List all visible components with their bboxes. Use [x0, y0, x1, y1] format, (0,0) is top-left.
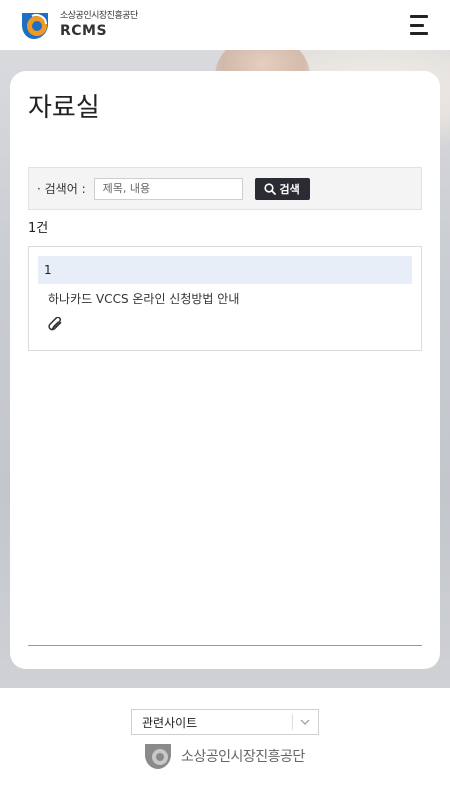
paperclip-icon[interactable] [38, 316, 412, 332]
hamburger-menu-icon[interactable] [410, 15, 432, 35]
content-card: 자료실 · 검색어 : 검색 1건 1 하나카드 VCCS 온라인 신청방법 안… [10, 71, 440, 669]
list-item-number: 1 [38, 256, 412, 284]
related-sites-label: 관련사이트 [142, 715, 198, 730]
footer-logo: 소상공인시장진흥공단 [143, 742, 305, 770]
rcms-logo-icon[interactable] [18, 10, 54, 40]
page-title: 자료실 [28, 93, 100, 123]
card-divider [28, 645, 422, 646]
search-button-label: 검색 [279, 182, 300, 196]
result-list: 1 하나카드 VCCS 온라인 신청방법 안내 [28, 246, 422, 351]
result-count: 1건 [28, 221, 49, 236]
search-input[interactable] [93, 177, 243, 200]
footer-org-name: 소상공인시장진흥공단 [181, 749, 305, 765]
footer-logo-icon [145, 744, 171, 769]
header-org-name: 소상공인시장진흥공단 [60, 11, 138, 21]
related-sites-select[interactable]: 관련사이트 [131, 709, 319, 735]
search-button[interactable]: 검색 [254, 177, 310, 200]
search-bar: · 검색어 : 검색 [28, 167, 422, 210]
magnifier-icon [264, 182, 277, 195]
header-system-name: RCMS [60, 23, 108, 39]
list-item-title[interactable]: 하나카드 VCCS 온라인 신청방법 안내 [38, 290, 412, 308]
chevron-down-icon [300, 715, 310, 732]
logo-text[interactable]: 소상공인시장진흥공단 RCMS [60, 11, 138, 39]
search-label: · 검색어 : [37, 182, 86, 196]
footer: 관련사이트 소상공인시장진흥공단 [0, 688, 450, 800]
app-header: 소상공인시장진흥공단 RCMS [0, 0, 450, 50]
